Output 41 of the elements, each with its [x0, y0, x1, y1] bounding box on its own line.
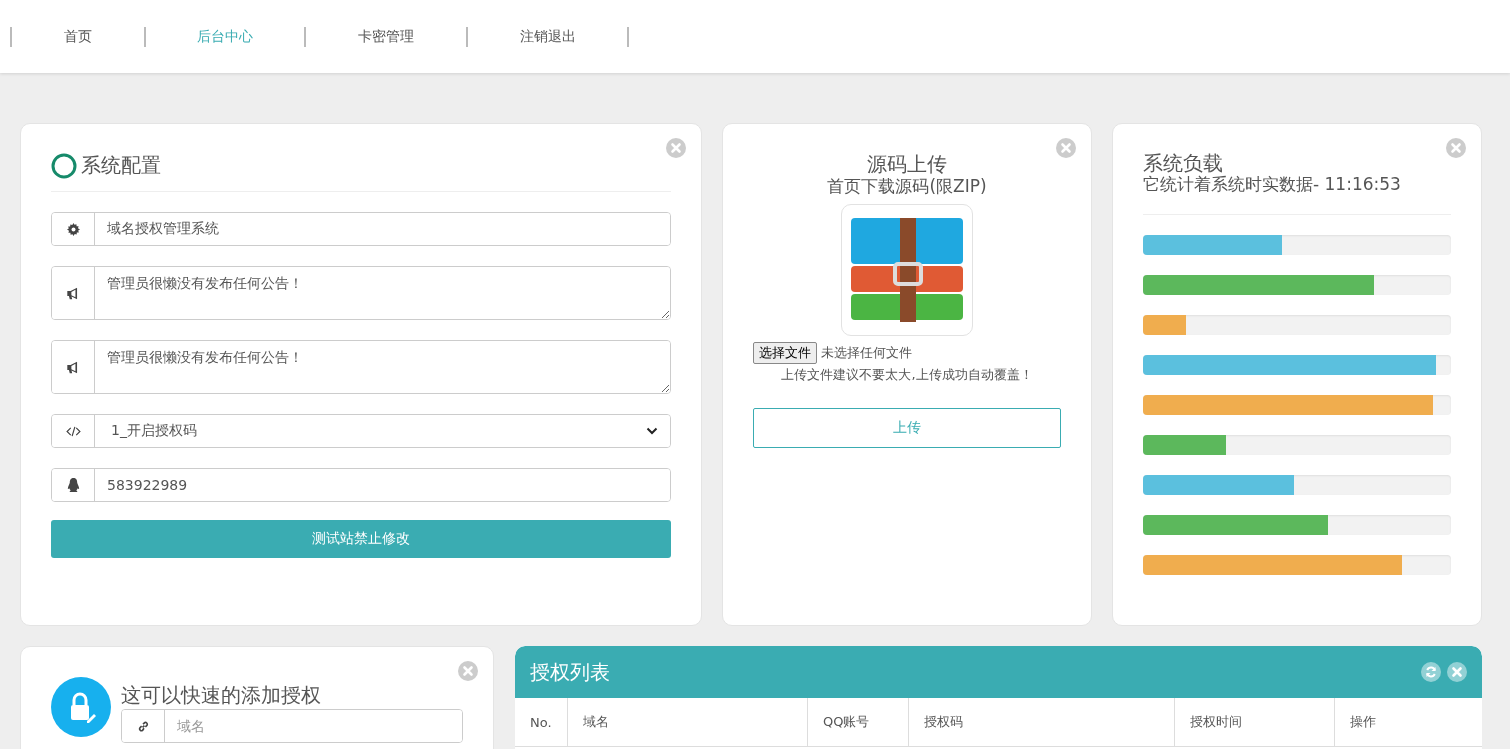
upload-hint: 上传文件建议不要太大,上传成功自动覆盖！: [781, 366, 1033, 384]
gear-icon: [66, 222, 80, 236]
column-header: No.: [515, 698, 568, 747]
megaphone-icon: [66, 360, 80, 374]
nav-link[interactable]: 卡密管理: [306, 27, 466, 46]
refresh-icon[interactable]: [1421, 662, 1441, 682]
card-subtitle: 首页下载源码(限ZIP): [827, 176, 987, 196]
text-area[interactable]: 管理员很懒没有发布任何公告！: [51, 340, 671, 394]
link-icon: [136, 719, 150, 733]
file-status: 未选择任何文件: [821, 344, 912, 362]
column-header: 操作: [1334, 698, 1482, 747]
column-header: 域名: [567, 698, 808, 747]
close-icon[interactable]: [1447, 662, 1467, 682]
penguin-icon: [66, 477, 80, 493]
card-title: 系统配置: [81, 152, 161, 179]
chevron-icon: [646, 427, 658, 435]
code-icon: [65, 425, 81, 437]
lock-icon: [51, 677, 111, 737]
card-subtitle: 它统计着系统时实数据- 11:16:53: [1143, 174, 1402, 194]
column-header: 授权码: [908, 698, 1175, 747]
close-icon[interactable]: [1056, 138, 1076, 158]
nav-link[interactable]: 注销退出: [468, 27, 627, 46]
select-field[interactable]: 1_开启授权码: [51, 414, 671, 448]
text-area[interactable]: 管理员很懒没有发布任何公告！: [51, 266, 671, 320]
column-header: 授权时间: [1174, 698, 1335, 747]
input-field[interactable]: 域名: [121, 709, 463, 743]
nav-link[interactable]: 首页: [12, 27, 144, 46]
card-title: 这可以快速的添加授权: [121, 683, 322, 707]
card-title: 系统负载: [1143, 152, 1224, 174]
choose-file-button[interactable]: 选择文件: [753, 342, 817, 364]
ring-icon: [51, 152, 77, 179]
card-title: 授权列表: [530, 658, 611, 686]
close-icon[interactable]: [1446, 138, 1466, 158]
input-field[interactable]: 域名授权管理系统: [51, 212, 671, 246]
megaphone-icon: [66, 286, 80, 300]
card-title: 源码上传: [867, 152, 947, 176]
column-header: QQ账号: [807, 698, 909, 747]
input-field[interactable]: 583922989: [51, 468, 671, 502]
close-icon[interactable]: [666, 138, 686, 158]
archive-icon: [851, 218, 963, 322]
close-icon[interactable]: [458, 661, 478, 681]
